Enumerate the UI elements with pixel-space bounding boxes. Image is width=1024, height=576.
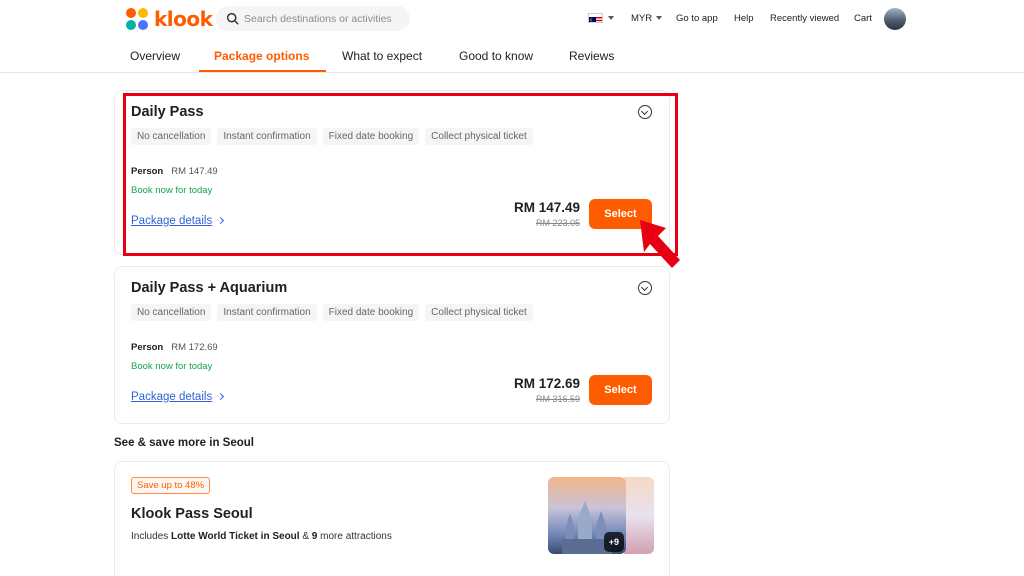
top-header: klook MYR Go to app Help Recently viewed…: [0, 0, 1024, 38]
original-price: RM 316.59: [535, 394, 580, 404]
active-tab-indicator: [199, 70, 326, 72]
search-icon: [226, 12, 239, 25]
chevron-down-icon[interactable]: [608, 16, 614, 20]
currency-selector[interactable]: MYR: [631, 13, 663, 24]
tag: Instant confirmation: [217, 304, 317, 321]
save-badge: Save up to 48%: [131, 477, 211, 494]
chevron-right-icon: [217, 392, 225, 401]
recently-viewed-link[interactable]: Recently viewed: [770, 13, 839, 24]
tab-bar: Overview Package options What to expect …: [0, 38, 1024, 73]
help-link[interactable]: Help: [734, 13, 754, 24]
tag: Fixed date booking: [322, 304, 420, 321]
malaysia-flag-icon[interactable]: [588, 13, 603, 23]
tag: No cancellation: [131, 304, 212, 321]
tab-package-options[interactable]: Package options: [214, 49, 309, 63]
highlight-box: [123, 93, 678, 256]
tag: Collect physical ticket: [425, 304, 533, 321]
logo-text: klook: [154, 7, 213, 31]
package-details-link[interactable]: Package details: [131, 391, 225, 403]
klook-logo-icon: [124, 6, 150, 32]
cart-link[interactable]: Cart: [854, 13, 872, 24]
section-title: See & save more in Seoul: [114, 437, 254, 449]
availability-text: Book now for today: [131, 361, 213, 372]
pass-title: Klook Pass Seoul: [131, 506, 253, 522]
package-tags: No cancellation Instant confirmation Fix…: [131, 304, 533, 321]
package-price: RM 172.69: [513, 376, 580, 391]
klook-logo[interactable]: klook: [124, 6, 213, 32]
attraction-thumbnail: +9: [548, 477, 626, 554]
person-label: Person: [131, 342, 164, 353]
package-title: Daily Pass + Aquarium: [131, 280, 288, 296]
select-button[interactable]: Select: [589, 375, 652, 405]
tab-what-to-expect[interactable]: What to expect: [342, 49, 422, 63]
package-card-daily-pass-aquarium: Daily Pass + Aquarium No cancellation In…: [114, 266, 670, 424]
chevron-down-icon: [656, 16, 663, 21]
tab-reviews[interactable]: Reviews: [569, 49, 614, 63]
currency-label: MYR: [631, 13, 653, 24]
avatar[interactable]: [884, 8, 906, 30]
person-price: RM 172.69: [171, 342, 218, 353]
tab-good-to-know[interactable]: Good to know: [459, 49, 533, 63]
search-bar[interactable]: [216, 6, 410, 31]
search-input[interactable]: [244, 12, 404, 25]
go-to-app-link[interactable]: Go to app: [676, 13, 718, 24]
person-price-row: Person RM 172.69: [131, 342, 218, 353]
pass-description: Includes Lotte World Ticket in Seoul & 9…: [131, 531, 392, 542]
tab-overview[interactable]: Overview: [130, 49, 180, 63]
klook-pass-card[interactable]: Save up to 48% Klook Pass Seoul Includes…: [114, 461, 670, 576]
expand-chevron-icon[interactable]: [638, 281, 652, 295]
more-attractions-badge: +9: [603, 532, 624, 552]
secondary-thumbnail: [624, 477, 654, 554]
